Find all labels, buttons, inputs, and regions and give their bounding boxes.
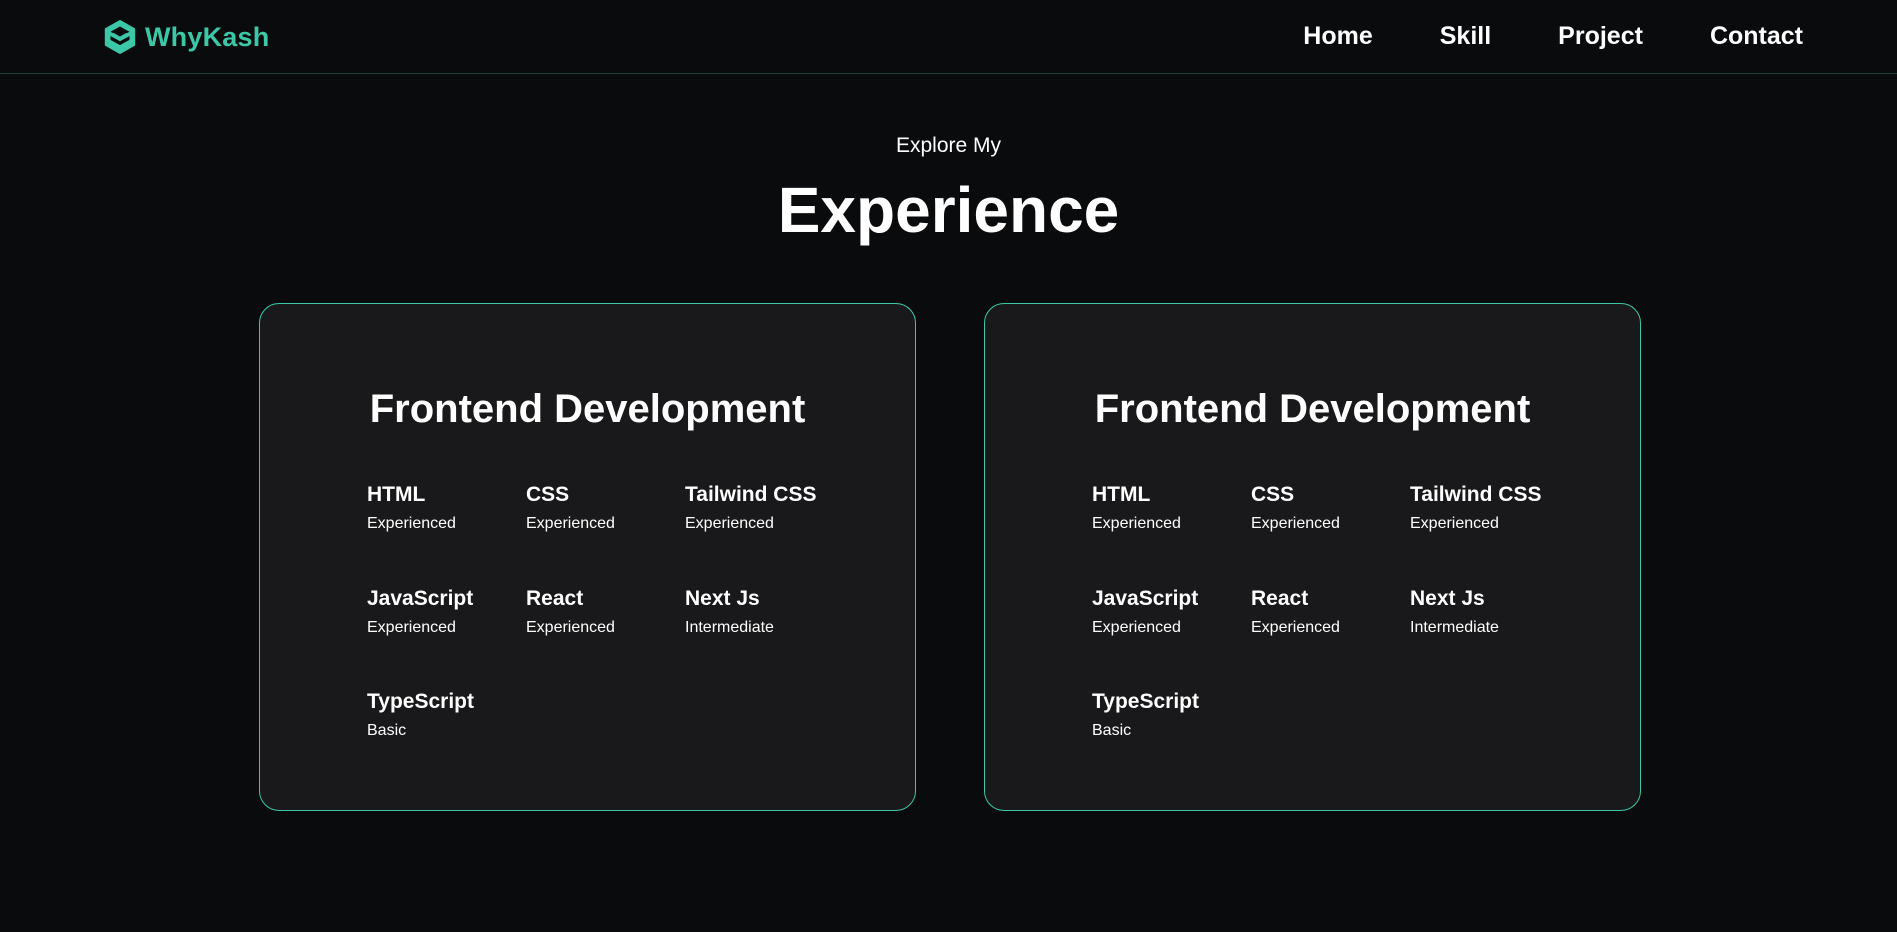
skill-name: Next Js — [685, 586, 760, 610]
skill-item: TypeScript Basic — [1092, 689, 1251, 793]
skills-grid: HTML Experienced CSS Experienced Tailwin… — [1092, 482, 1569, 793]
skill-name: CSS — [1251, 483, 1295, 506]
skill-item: Next Js Intermediate — [685, 586, 844, 690]
skill-item: CSS Experienced — [1251, 482, 1410, 586]
skill-name: Next Js — [1410, 586, 1485, 610]
card-title: Frontend Development — [1094, 387, 1531, 431]
hexagon-stack-logo-icon — [104, 19, 136, 55]
brand-logo-link[interactable]: WhyKash — [101, 18, 269, 56]
skill-level: Intermediate — [685, 618, 774, 636]
experience-cards: Frontend Development HTML Experienced CS… — [259, 303, 1641, 811]
skill-item: CSS Experienced — [526, 482, 685, 586]
nav-link-contact[interactable]: Contact — [1710, 22, 1803, 51]
skill-item: React Experienced — [1251, 586, 1410, 690]
nav-link-project[interactable]: Project — [1558, 22, 1643, 51]
nav-link-skill[interactable]: Skill — [1440, 22, 1491, 51]
skill-level: Basic — [1092, 722, 1132, 739]
skill-item: HTML Experienced — [367, 482, 526, 586]
main-nav: Home Skill Project Contact — [1303, 22, 1803, 51]
skill-level: Experienced — [1410, 515, 1499, 532]
card-title: Frontend Development — [369, 387, 806, 431]
skill-level: Experienced — [1092, 618, 1181, 636]
skill-level: Experienced — [526, 515, 615, 532]
skill-level: Experienced — [1251, 515, 1340, 532]
skill-level: Experienced — [1251, 618, 1340, 636]
skill-level: Basic — [367, 722, 407, 739]
experience-header: Explore My Experience — [0, 132, 1897, 246]
skill-name: CSS — [526, 483, 570, 506]
skill-name: TypeScript — [1092, 690, 1199, 713]
skill-item: HTML Experienced — [1092, 482, 1251, 586]
nav-link-home[interactable]: Home — [1303, 22, 1372, 51]
skill-name: HTML — [367, 483, 426, 506]
section-eyebrow: Explore My — [895, 134, 1002, 157]
skill-item: Next Js Intermediate — [1410, 586, 1569, 690]
skill-item: TypeScript Basic — [367, 689, 526, 793]
skill-name: Tailwind CSS — [1410, 483, 1542, 506]
skill-item: React Experienced — [526, 586, 685, 690]
skill-name: JavaScript — [367, 586, 474, 610]
brand-name: WhyKash — [145, 21, 270, 52]
experience-card: Frontend Development HTML Experienced CS… — [259, 303, 916, 811]
skill-name: React — [526, 586, 584, 610]
page-title: Experience — [777, 174, 1120, 246]
skill-name: React — [1251, 586, 1309, 610]
skills-grid: HTML Experienced CSS Experienced Tailwin… — [367, 482, 844, 793]
experience-card: Frontend Development HTML Experienced CS… — [984, 303, 1641, 811]
navbar: WhyKash Home Skill Project Contact — [0, 0, 1897, 74]
skill-name: JavaScript — [1092, 586, 1199, 610]
skill-name: TypeScript — [367, 690, 474, 713]
skill-level: Experienced — [367, 515, 456, 532]
skill-name: HTML — [1092, 483, 1151, 506]
skill-item: JavaScript Experienced — [1092, 586, 1251, 690]
skill-item: JavaScript Experienced — [367, 586, 526, 690]
skill-level: Experienced — [685, 515, 774, 532]
skill-level: Experienced — [367, 618, 456, 636]
skill-item: Tailwind CSS Experienced — [685, 482, 844, 586]
skill-level: Experienced — [1092, 515, 1181, 532]
skill-level: Experienced — [526, 618, 615, 636]
skill-level: Intermediate — [1410, 618, 1499, 636]
skill-item: Tailwind CSS Experienced — [1410, 482, 1569, 586]
skill-name: Tailwind CSS — [685, 483, 817, 506]
